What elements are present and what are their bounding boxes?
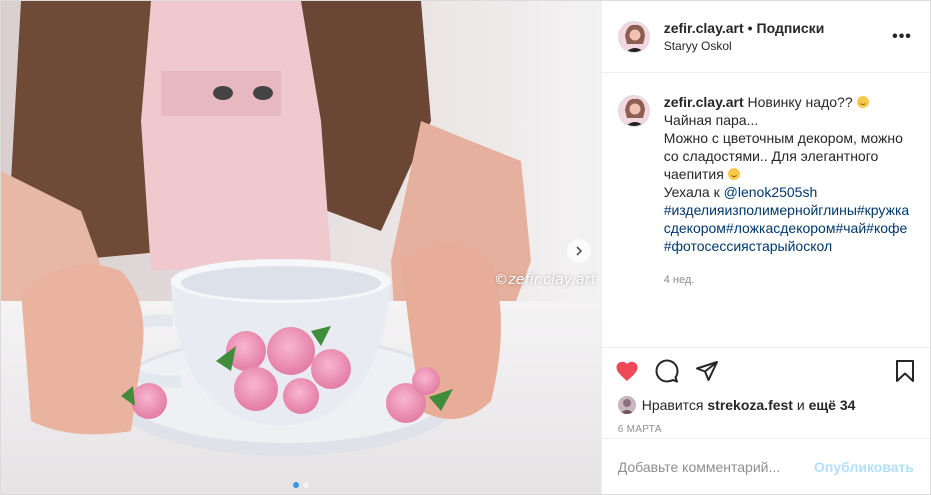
post-side-panel: zefir.clay.art • Подписки Staryy Oskol •…: [600, 1, 930, 494]
caption-line-3-wrap: Можно с цветочным декором, можно со слад…: [664, 129, 914, 183]
carousel-dot: [302, 482, 309, 488]
comment-button[interactable]: [654, 358, 680, 384]
instagram-post: ©zefir.clay.art zefir.clay.art • Подписк…: [0, 0, 931, 495]
action-bar: [602, 348, 930, 394]
comment-box: Опубликовать: [601, 438, 930, 494]
caption-body: zefir.clay.art Новинку надо?? Чайная пар…: [664, 93, 914, 347]
caption-avatar[interactable]: [617, 95, 650, 127]
avatar-image: [618, 96, 649, 126]
carousel-indicator: [1, 482, 601, 488]
post-caption: zefir.clay.art Новинку надо?? Чайная пар…: [601, 73, 930, 348]
caption-line-2: Чайная пара...: [663, 112, 759, 128]
caption-line-1: Новинку надо??: [747, 94, 853, 110]
caption-timestamp[interactable]: 4 нед.: [664, 271, 914, 289]
caption-line-3: Можно с цветочным декором, можно со слад…: [663, 130, 903, 182]
liker-username[interactable]: strekoza.fest: [707, 397, 793, 413]
caption-line-4: Уехала к @lenok2505sh: [664, 183, 914, 201]
more-horizontal-icon: •••: [892, 27, 912, 45]
hashtags[interactable]: #изделияизполимернойглины#кружкасдекором…: [664, 201, 914, 255]
post-photo[interactable]: ©zefir.clay.art: [1, 1, 601, 494]
smile-emoji-icon: [727, 168, 740, 180]
chevron-right-icon: [576, 246, 583, 256]
header-user-line: zefir.clay.art • Подписки: [664, 20, 890, 36]
publish-button[interactable]: Опубликовать: [814, 459, 914, 475]
share-button[interactable]: [694, 358, 720, 384]
comment-input[interactable]: [617, 458, 815, 475]
caption-first-line: zefir.clay.art Новинку надо??: [664, 93, 914, 111]
photo-image: [1, 1, 601, 494]
avatar-image: [617, 396, 636, 414]
likes-others-link[interactable]: ещё 34: [809, 397, 856, 413]
carousel-dot-active: [292, 482, 299, 488]
avatar[interactable]: [617, 20, 650, 53]
share-icon: [695, 361, 718, 381]
header-separator: •: [747, 20, 753, 36]
caption-line-4-prefix: Уехала к: [663, 184, 720, 200]
more-options-button[interactable]: •••: [890, 28, 914, 46]
mention-link[interactable]: @lenok2505sh: [724, 184, 818, 200]
heart-filled-icon: [616, 361, 638, 381]
likes-line: Нравится strekoza.fest и ещё 34: [602, 394, 930, 416]
smile-emoji-icon: [856, 96, 869, 108]
like-button[interactable]: [614, 358, 640, 384]
photo-watermark: ©zefir.clay.art: [494, 272, 597, 288]
avatar-image: [618, 21, 649, 52]
comment-icon: [655, 359, 679, 383]
post-header: zefir.clay.art • Подписки Staryy Oskol •…: [601, 1, 930, 73]
carousel-next-button[interactable]: [567, 239, 591, 263]
location-link[interactable]: Staryy Oskol: [664, 39, 890, 53]
likes-prefix: Нравится: [641, 397, 704, 413]
liker-avatar[interactable]: [617, 396, 636, 414]
header-text: zefir.clay.art • Подписки Staryy Oskol: [664, 20, 890, 53]
likes-and: и: [796, 397, 805, 413]
save-button[interactable]: [892, 358, 918, 384]
header-username[interactable]: zefir.clay.art: [664, 20, 744, 36]
bookmark-icon: [896, 360, 914, 382]
caption-username[interactable]: zefir.clay.art: [664, 94, 744, 110]
follow-button[interactable]: Подписки: [757, 20, 825, 36]
